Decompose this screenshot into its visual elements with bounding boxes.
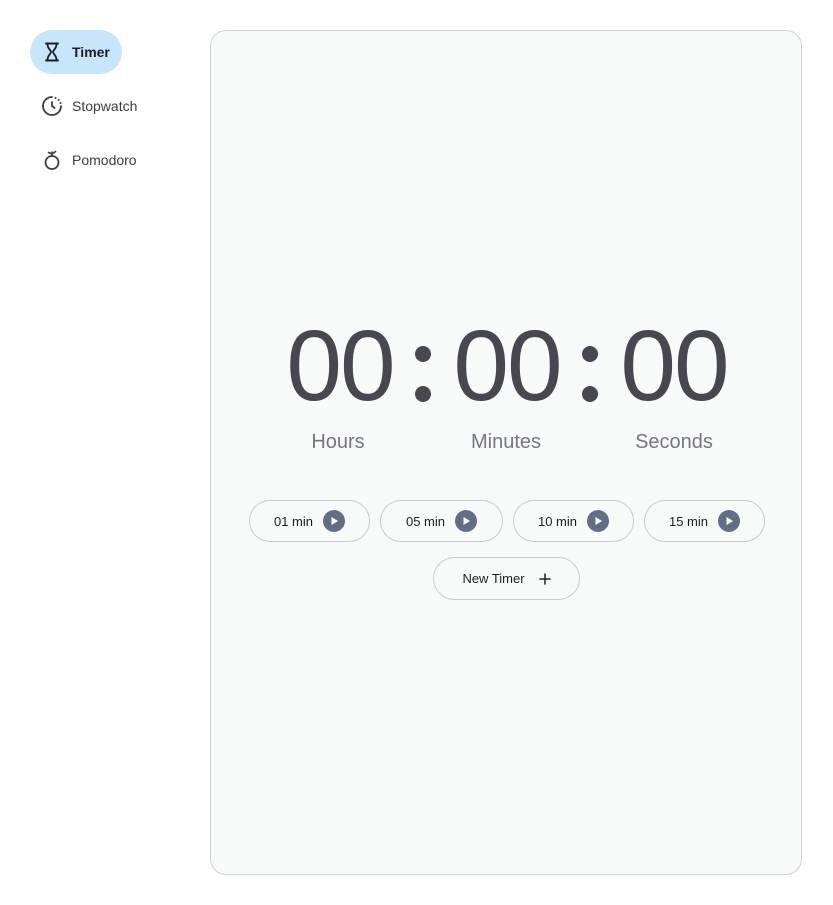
seconds-label: Seconds <box>635 431 713 453</box>
play-icon <box>718 510 741 532</box>
preset-15-min-button[interactable]: 15 min <box>644 500 765 542</box>
colon-separator <box>412 346 432 406</box>
play-icon <box>323 510 346 532</box>
preset-label: 01 min <box>273 513 314 529</box>
preset-1-min-button[interactable]: 01 min <box>249 500 370 542</box>
seconds-value: 00 <box>620 310 729 422</box>
sidebar-item-stopwatch[interactable]: Stopwatch <box>30 84 180 128</box>
sidebar-item-label: Stopwatch <box>72 98 138 114</box>
sidebar-item-timer[interactable]: Timer <box>30 30 122 74</box>
plus-icon <box>538 570 551 588</box>
hourglass-icon <box>41 41 63 63</box>
pomodoro-icon <box>41 149 63 171</box>
preset-10-min-button[interactable]: 10 min <box>513 500 634 542</box>
minutes-value: 00 <box>453 310 562 422</box>
preset-list: 01 min 05 min 10 min 15 min <box>249 500 769 544</box>
play-icon <box>587 510 610 532</box>
sidebar: Timer Stopwatch Pomodoro <box>30 30 180 192</box>
sidebar-item-label: Pomodoro <box>72 152 137 168</box>
new-timer-button[interactable]: New Timer <box>433 557 580 600</box>
preset-5-min-button[interactable]: 05 min <box>380 500 503 542</box>
stopwatch-icon <box>41 95 63 117</box>
preset-label: 05 min <box>405 513 446 529</box>
colon-separator <box>579 346 599 406</box>
sidebar-item-label: Timer <box>72 44 110 60</box>
sidebar-item-pomodoro[interactable]: Pomodoro <box>30 138 180 182</box>
timer-display: 00 00 00 <box>211 316 803 416</box>
preset-label: 15 min <box>668 513 709 529</box>
minutes-label: Minutes <box>470 431 542 453</box>
timer-panel: 00 00 00 Hours Minutes Seconds 01 min 05… <box>210 30 802 875</box>
new-timer-label: New Timer <box>462 571 525 586</box>
hours-label: Hours <box>311 431 365 453</box>
hours-value: 00 <box>286 310 395 422</box>
preset-label: 10 min <box>537 513 578 529</box>
play-icon <box>455 510 478 532</box>
